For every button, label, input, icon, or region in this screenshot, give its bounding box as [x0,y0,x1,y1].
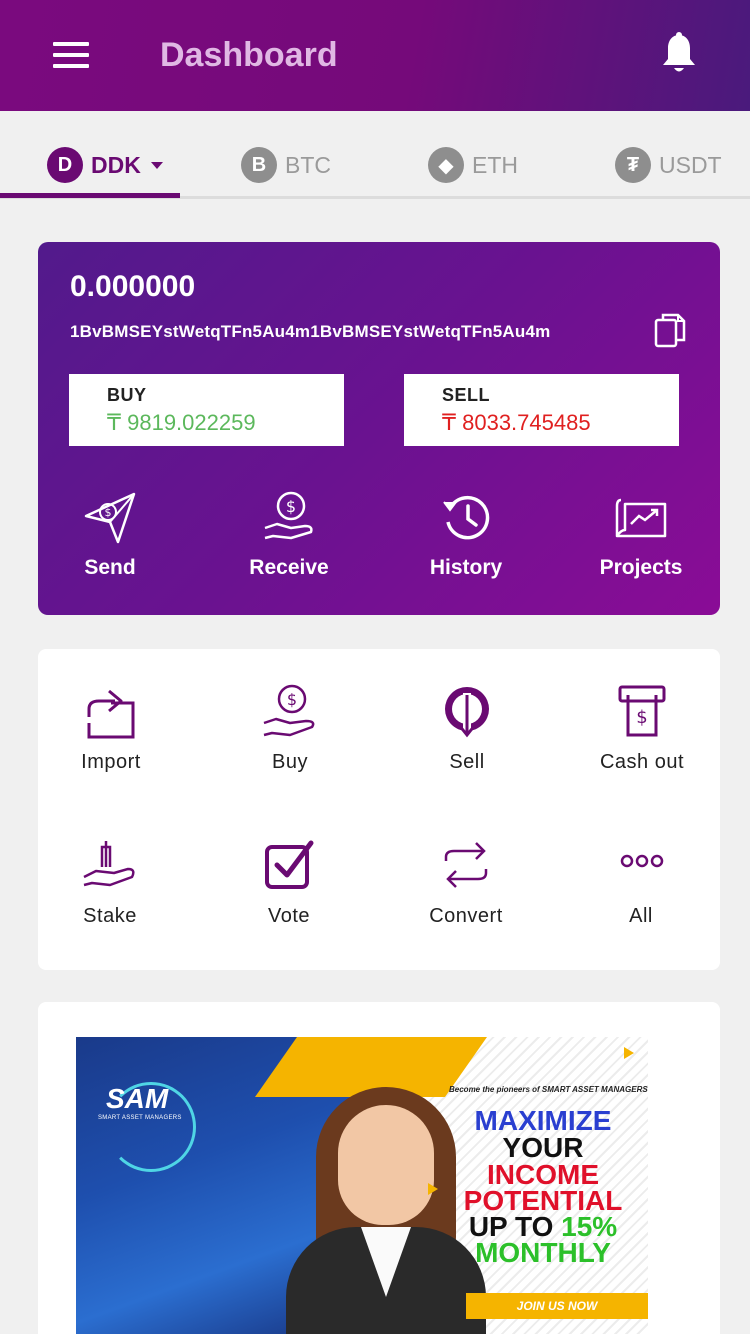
wallet-balance: 0.000000 [70,270,196,303]
sell-label: SELL [442,385,491,405]
all-button[interactable]: All [566,837,716,928]
banner-headline-5: UP TO 15% [443,1213,643,1241]
history-label: History [429,556,503,579]
active-tab-indicator [0,193,180,198]
tab-label: USDT [659,151,722,178]
projects-chart-icon [615,498,667,538]
tab-ddk[interactable]: D DDK [47,145,163,185]
more-dots-icon [620,854,664,868]
sam-logo-subtext: SMART ASSET MANAGERS [98,1115,182,1121]
stake-button[interactable]: Stake [35,837,185,928]
stake-label: Stake [83,905,137,927]
banner-headline-6: MONTHLY [475,1237,611,1268]
svg-text:$: $ [636,707,647,728]
sell-button[interactable]: Sell [392,683,542,774]
app-header: Dashboard [0,0,750,111]
sam-logo: SAM SMART ASSET MANAGERS [98,1075,188,1135]
wallet-card: 0.000000 1BvBMSEYstWetqTFn5Au4m1BvBMSEYs… [38,242,720,615]
sell-price: ₸ 8033.745485 [442,410,591,435]
services-grid: Import $ Buy Sell $ Cash out Stake Vote … [38,649,720,970]
receive-label: Receive [249,556,329,579]
banner-headline-4: POTENTIAL [463,1185,623,1216]
banner-headline-3: INCOME [487,1159,599,1190]
vote-button[interactable]: Vote [214,837,364,928]
import-icon [87,689,135,739]
buy-price: ₸ 9819.022259 [107,410,256,435]
eth-coin-icon: ◆ [428,147,464,183]
svg-text:$: $ [287,690,297,709]
tab-label: ETH [472,151,518,178]
send-button[interactable]: $ Send [40,490,180,580]
promo-card: SAM SMART ASSET MANAGERS Become the pion… [38,1002,720,1334]
convert-label: Convert [429,905,503,927]
sam-logo-text: SAM [106,1083,169,1114]
history-button[interactable]: History [396,490,536,580]
svg-text:$: $ [286,497,296,516]
history-icon [443,495,490,540]
ddk-coin-icon: D [47,147,83,183]
send-label: Send [84,556,136,579]
woman-face-shape [338,1105,434,1225]
tab-usdt[interactable]: ₮ USDT [615,145,722,185]
convert-icon [444,842,488,888]
vote-label: Vote [267,905,311,927]
btc-coin-icon: B [241,147,277,183]
tab-label: DDK [91,151,141,178]
tab-label: BTC [285,151,331,178]
buy-price-box[interactable]: BUY ₸ 9819.022259 [69,374,344,446]
svg-text:$: $ [105,506,112,519]
decor-triangle [428,1183,438,1195]
join-us-button[interactable]: JOIN US NOW [466,1293,648,1319]
tab-eth[interactable]: ◆ ETH [428,145,518,185]
currency-tabs: D DDK B BTC ◆ ETH ₮ USDT [0,111,750,199]
import-button[interactable]: Import [36,683,186,774]
decor-triangle [624,1047,634,1059]
cash-out-icon: $ [618,685,666,737]
stake-icon [83,841,135,887]
receive-money-icon: $ [264,491,313,540]
import-label: Import [81,751,141,773]
banner-headline-1: MAXIMIZE [474,1105,612,1136]
sell-icon [445,687,489,738]
projects-label: Projects [599,556,683,579]
buy-icon: $ [263,684,315,737]
hamburger-menu-icon[interactable] [53,42,89,68]
send-money-icon: $ [84,492,136,544]
all-label: All [629,905,653,927]
promo-banner[interactable]: SAM SMART ASSET MANAGERS Become the pion… [76,1037,648,1334]
sell-label: Sell [449,751,485,773]
tab-btc[interactable]: B BTC [241,145,331,185]
usdt-coin-icon: ₮ [615,147,651,183]
banner-tagline: Become the pioneers of SMART ASSET MANAG… [449,1085,648,1094]
wallet-address: 1BvBMSEYstWetqTFn5Au4m1BvBMSEYstWetqTFn5… [70,322,551,341]
bell-icon[interactable] [660,32,698,76]
buy-label: Buy [272,751,308,773]
buy-label: BUY [107,385,147,405]
decor-triangle [288,1055,298,1067]
receive-button[interactable]: $ Receive [219,490,359,580]
vote-icon [265,840,314,889]
chevron-down-icon [150,161,163,169]
buy-button[interactable]: $ Buy [215,683,365,774]
cash-out-button[interactable]: $ Cash out [567,683,717,774]
convert-button[interactable]: Convert [391,837,541,928]
page-title: Dashboard [160,36,338,74]
sell-price-box[interactable]: SELL ₸ 8033.745485 [404,374,679,446]
copy-icon[interactable] [654,312,686,348]
cash-out-label: Cash out [599,751,685,773]
banner-headline-2: YOUR [502,1132,584,1163]
projects-button[interactable]: Projects [571,490,711,580]
